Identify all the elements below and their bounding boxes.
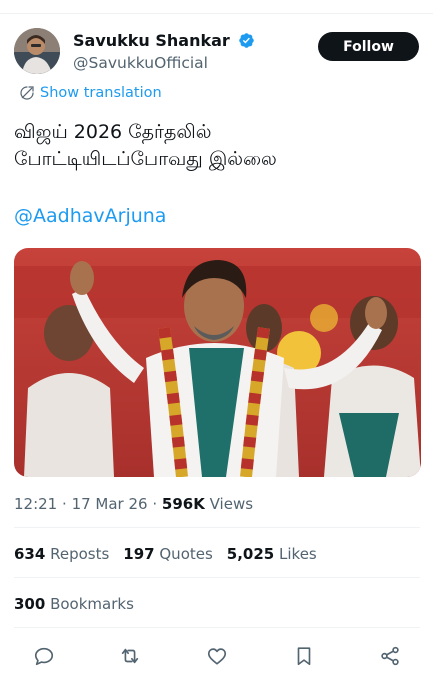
divider xyxy=(14,527,420,528)
tweet-text: விஜய் 2026 தேர்தலில் போட்டியிடப்போவது இல… xyxy=(14,119,419,173)
quotes-label: Quotes xyxy=(159,545,213,563)
display-name[interactable]: Savukku Shankar xyxy=(73,31,230,51)
tweet-time[interactable]: 12:21 xyxy=(14,495,57,513)
verified-badge-icon xyxy=(238,32,255,49)
bookmark-icon xyxy=(297,647,311,666)
action-bar xyxy=(14,642,419,670)
quotes-stat[interactable]: 197 Quotes xyxy=(123,544,213,564)
bookmarks-stat[interactable]: 300 Bookmarks xyxy=(14,594,134,614)
tweet-header: Savukku Shankar @SavukkuOfficial Follow xyxy=(14,28,419,76)
reposts-count: 634 xyxy=(14,545,46,563)
show-translation-label: Show translation xyxy=(40,85,162,101)
meta-separator: · xyxy=(152,495,162,513)
tweet-photo[interactable] xyxy=(14,248,421,477)
views-label: Views xyxy=(209,495,254,513)
tweet-date[interactable]: 17 Mar 26 xyxy=(72,495,148,513)
top-divider xyxy=(0,13,433,14)
tweet-text-line-1: விஜய் 2026 தேர்தலில் xyxy=(14,121,212,143)
tweet-meta: 12:21 · 17 Mar 26 · 596K Views xyxy=(14,494,253,514)
mention-link[interactable]: @AadhavArjuna xyxy=(14,203,166,230)
translate-icon xyxy=(20,86,34,100)
reply-button[interactable] xyxy=(30,642,58,670)
tweet-text-line-2: போட்டியிடப்போவது இல்லை xyxy=(14,148,277,170)
likes-label: Likes xyxy=(279,545,317,563)
like-icon xyxy=(207,648,227,665)
divider xyxy=(14,577,420,578)
views-count: 596K xyxy=(161,495,205,513)
likes-stat[interactable]: 5,025 Likes xyxy=(227,544,317,564)
avatar[interactable] xyxy=(14,28,60,74)
quotes-count: 197 xyxy=(123,545,155,563)
show-translation-link[interactable]: Show translation xyxy=(19,83,162,103)
repost-button[interactable] xyxy=(116,642,144,670)
author-names: Savukku Shankar @SavukkuOfficial xyxy=(73,30,255,74)
share-icon xyxy=(381,646,399,666)
engagement-stats: 634 Reposts 197 Quotes 5,025 Likes xyxy=(14,544,331,564)
reply-icon xyxy=(34,647,54,666)
repost-icon xyxy=(121,648,139,664)
follow-button[interactable]: Follow xyxy=(318,32,419,61)
like-button[interactable] xyxy=(203,642,231,670)
author-handle[interactable]: @SavukkuOfficial xyxy=(73,52,255,74)
reposts-label: Reposts xyxy=(50,545,110,563)
likes-count: 5,025 xyxy=(226,545,275,563)
bookmarks-label: Bookmarks xyxy=(50,595,134,613)
meta-separator: · xyxy=(62,495,72,513)
reposts-stat[interactable]: 634 Reposts xyxy=(14,544,109,564)
bookmark-button[interactable] xyxy=(290,642,318,670)
divider xyxy=(14,627,420,628)
share-button[interactable] xyxy=(376,642,404,670)
bookmarks-count: 300 xyxy=(14,595,46,613)
